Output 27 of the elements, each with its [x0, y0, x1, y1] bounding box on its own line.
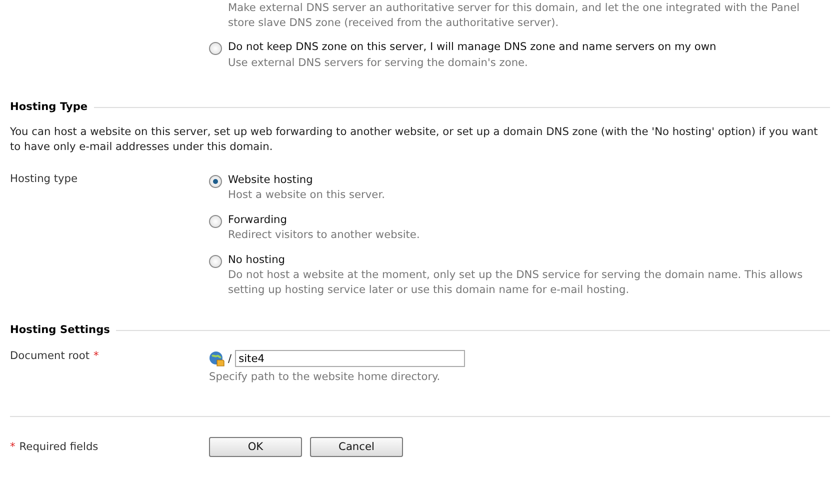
path-separator: /	[228, 352, 232, 364]
radio-label: Do not keep DNS zone on this server, I will manage DNS zone and name servers on my own	[228, 41, 716, 53]
field-label: Document root	[10, 350, 90, 362]
cancel-button[interactable]: Cancel	[310, 437, 403, 457]
option-description: Host a website on this server.	[228, 188, 386, 203]
section-description: You can host a website on this server, set up web forwarding to another website, or set up a domain DNS zone (with the 'No hosting' option) if you want to have only e-mail addresses under this domain.	[10, 125, 819, 155]
radio-button[interactable]	[209, 215, 222, 228]
required-mark: *	[94, 350, 99, 362]
radio-button[interactable]	[209, 175, 222, 188]
required-fields-note: Required fields	[19, 441, 98, 453]
radio-label: No hosting	[228, 254, 286, 266]
ok-button[interactable]: OK	[209, 437, 302, 457]
option-description: Redirect visitors to another website.	[228, 228, 421, 243]
radio-label: Forwarding	[228, 214, 287, 226]
globe-folder-icon	[209, 350, 225, 366]
section-title: Hosting Type	[10, 101, 88, 113]
option-description: Make external DNS server an authoritative server for this domain, and let the one integrated with the Panel store slave DNS zone (received from the authoritative server).	[228, 1, 801, 31]
option-description: Do not host a website at the moment, only set up the DNS service for serving the domain name. This allows setting up hosting service later or use this domain name for e-mail hosting.	[228, 268, 804, 298]
option-description: Use external DNS servers for serving the domain's zone.	[228, 56, 529, 71]
document-root-field[interactable]: site4	[234, 350, 465, 367]
field-hint: Specify path to the website home directory.	[209, 370, 442, 385]
field-label: Hosting type	[10, 173, 78, 185]
radio-button[interactable]	[209, 255, 222, 268]
section-title: Hosting Settings	[10, 324, 110, 336]
required-mark: *	[10, 441, 16, 453]
radio-label: Website hosting	[228, 174, 313, 186]
radio-button[interactable]	[209, 42, 222, 55]
